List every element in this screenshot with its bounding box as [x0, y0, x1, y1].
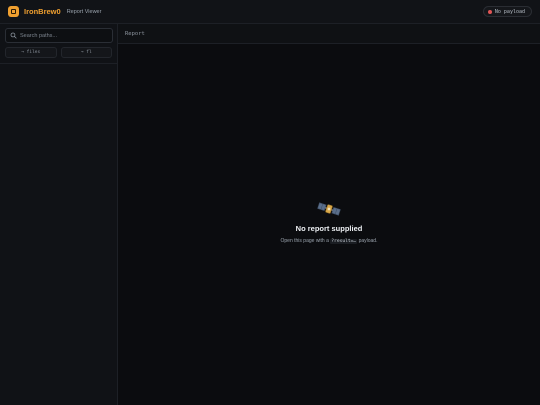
empty-desc-before: Open this page with a	[280, 238, 331, 244]
top-bar: IronBrew0 Report Viewer No payload	[0, 0, 540, 24]
files-button[interactable]: → files	[5, 47, 57, 58]
app-logo-icon	[8, 6, 19, 17]
status-dot-icon	[487, 9, 492, 14]
app-subtitle: Report Viewer	[66, 8, 102, 15]
sidebar: → files → fl	[0, 24, 118, 405]
main-header: Report	[118, 24, 540, 44]
search-box[interactable]	[5, 28, 113, 43]
status-text: No payload	[494, 8, 525, 15]
satellite-icon	[317, 202, 341, 216]
empty-state: No report supplied Open this page with a…	[118, 200, 540, 244]
main-panel: Report No report supplied Open this page…	[118, 24, 540, 405]
empty-desc-after: payload.	[357, 238, 378, 244]
empty-description: Open this page with a ?result=… payload.	[280, 238, 378, 244]
app-root: IronBrew0 Report Viewer No payload → fil…	[0, 0, 540, 405]
empty-title: No report supplied	[295, 224, 363, 233]
search-icon	[10, 32, 17, 39]
app-name: IronBrew0	[24, 7, 61, 16]
fl-button[interactable]: → fl	[60, 47, 112, 58]
status-badge: No payload	[482, 6, 532, 17]
search-input[interactable]	[20, 32, 108, 39]
main-header-title: Report	[125, 30, 145, 37]
empty-desc-code: ?result=…	[330, 239, 358, 244]
sidebar-button-row: → files → fl	[5, 47, 112, 58]
sidebar-header: → files → fl	[0, 24, 117, 64]
